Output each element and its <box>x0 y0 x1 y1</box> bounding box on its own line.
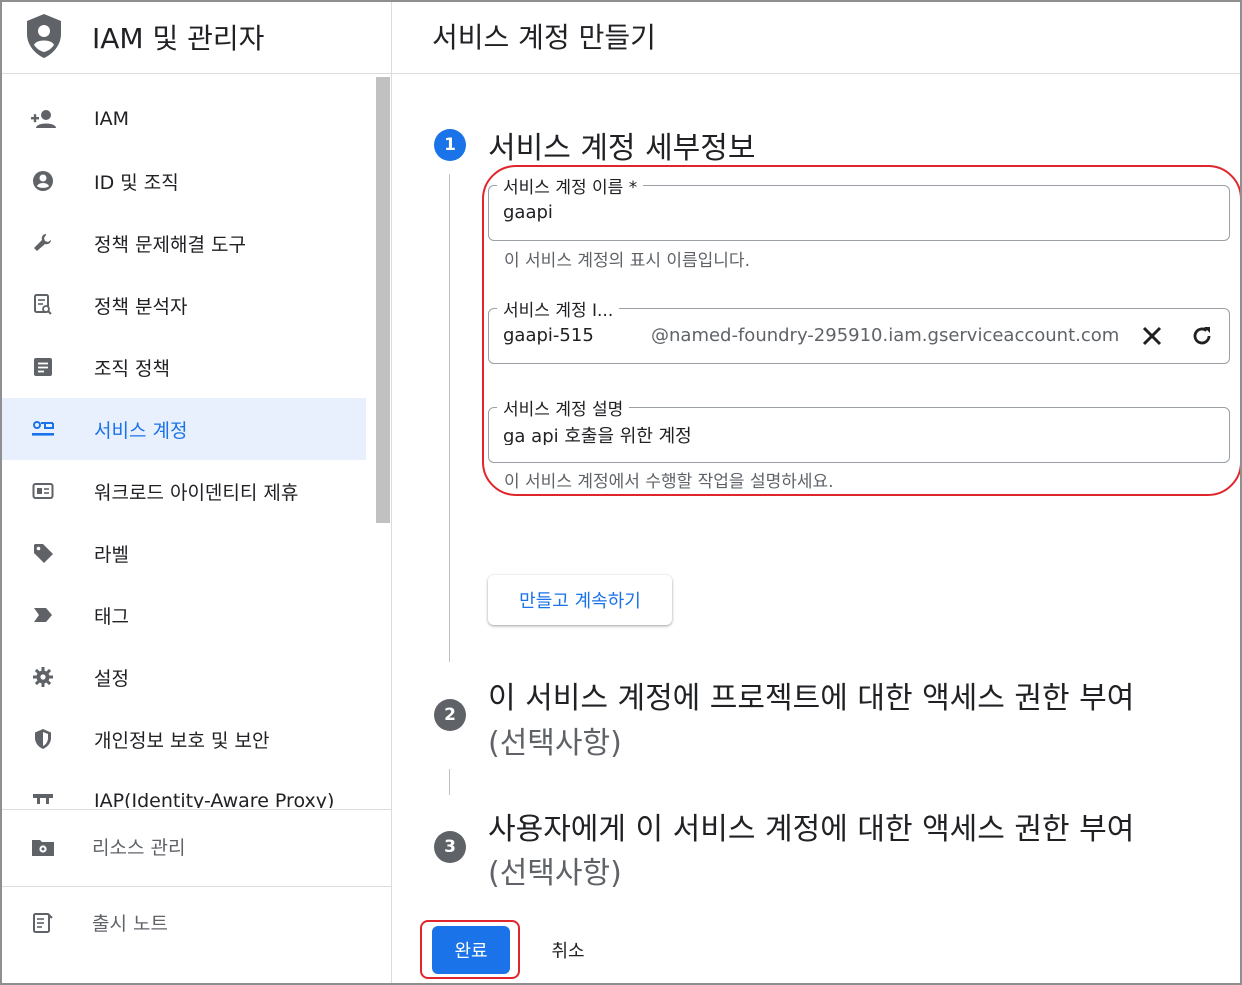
wrench-icon <box>30 230 56 256</box>
sidebar-divider <box>2 809 391 810</box>
sidebar-item-service-accounts[interactable]: 서비스 계정 <box>2 398 366 460</box>
page-title: 서비스 계정 만들기 <box>432 21 656 54</box>
shield-person-icon <box>24 12 64 60</box>
app-title: IAM 및 관리자 <box>92 22 265 55</box>
sidebar-item-label: IAP(Identity-Aware Proxy) <box>94 790 335 808</box>
folder-gear-icon <box>30 834 56 860</box>
sidebar-item-analyzer[interactable]: 정책 분석자 <box>2 274 366 336</box>
step-3-title[interactable]: 사용자에게 이 서비스 계정에 대한 액세스 권한 부여 <box>488 804 1134 848</box>
step-connector <box>449 174 450 662</box>
gear-icon <box>30 664 56 690</box>
sidebar-item-iap[interactable]: IAP(Identity-Aware Proxy) <box>2 770 366 808</box>
sidebar-item-label: ID 및 조직 <box>94 171 179 194</box>
sidebar-item-label: 정책 문제해결 도구 <box>94 233 246 256</box>
sidebar-item-label: 라벨 <box>94 543 129 566</box>
person-add-icon <box>30 106 56 132</box>
cancel-button[interactable]: 취소 <box>538 926 598 974</box>
sidebar-item-release-notes[interactable]: 출시 노트 <box>2 893 391 953</box>
document-search-icon <box>30 292 56 318</box>
service-account-icon <box>30 416 56 442</box>
sidebar-header: IAM 및 관리자 <box>2 2 391 74</box>
sidebar-item-identity[interactable]: ID 및 조직 <box>2 150 366 212</box>
sidebar-item-label: 조직 정책 <box>94 357 170 380</box>
sidebar-item-label: 출시 노트 <box>92 913 168 935</box>
done-highlight <box>420 920 520 979</box>
sidebar-item-resource-manager[interactable]: 리소스 관리 <box>2 817 391 877</box>
sidebar-item-iam[interactable]: IAM <box>2 88 366 150</box>
list-document-icon <box>30 354 56 380</box>
sidebar-item-label: 리소스 관리 <box>92 837 186 859</box>
sidebar-item-label: 서비스 계정 <box>94 419 188 442</box>
sidebar-item-label: 워크로드 아이덴티티 제휴 <box>94 481 299 504</box>
sidebar-item-org-policy[interactable]: 조직 정책 <box>2 336 366 398</box>
label-arrow-icon <box>30 602 56 628</box>
sidebar-item-labels[interactable]: 라벨 <box>2 522 366 584</box>
create-and-continue-button[interactable]: 만들고 계속하기 <box>488 575 672 625</box>
step-3-number: 3 <box>434 831 466 863</box>
step-1-title: 서비스 계정 세부정보 <box>488 131 756 166</box>
sidebar-item-troubleshooter[interactable]: 정책 문제해결 도구 <box>2 212 366 274</box>
step-3-subtitle: (선택사항) <box>488 856 622 891</box>
sidebar-item-tags[interactable]: 태그 <box>2 584 366 646</box>
form-highlight <box>482 165 1240 496</box>
page-header: 서비스 계정 만들기 <box>392 2 1240 74</box>
sidebar-item-label: 개인정보 보호 및 보안 <box>94 729 270 752</box>
sidebar-scrollbar[interactable] <box>376 77 390 523</box>
tag-icon <box>30 540 56 566</box>
sidebar-item-label: 설정 <box>94 667 129 690</box>
step-2-number: 2 <box>434 699 466 731</box>
sidebar-item-settings[interactable]: 설정 <box>2 646 366 708</box>
step-1-number: 1 <box>434 129 466 161</box>
release-notes-icon <box>30 910 56 936</box>
shield-icon <box>30 726 56 752</box>
sidebar-item-privacy-security[interactable]: 개인정보 보호 및 보안 <box>2 708 366 770</box>
step-2-title[interactable]: 이 서비스 계정에 프로젝트에 대한 액세스 권한 부여 <box>488 673 1134 717</box>
account-circle-icon <box>30 168 56 194</box>
sidebar-divider <box>2 886 391 887</box>
sidebar-item-label: 태그 <box>94 605 129 628</box>
sidebar-item-workload-identity[interactable]: 워크로드 아이덴티티 제휴 <box>2 460 366 522</box>
iap-icon <box>30 788 56 808</box>
sidebar-nav: IAM ID 및 조직 정책 문제해결 도구 정책 분석자 조직 정책 서비스 … <box>2 88 374 808</box>
step-2-subtitle: (선택사항) <box>488 726 622 761</box>
id-card-icon <box>30 478 56 504</box>
sidebar-item-label: IAM <box>94 108 129 130</box>
sidebar: IAM 및 관리자 IAM ID 및 조직 정책 문제해결 도구 정책 분석자 … <box>2 2 392 983</box>
step-connector <box>449 769 450 795</box>
sidebar-item-label: 정책 분석자 <box>94 295 188 318</box>
window-frame: IAM 및 관리자 IAM ID 및 조직 정책 문제해결 도구 정책 분석자 … <box>0 0 1242 985</box>
